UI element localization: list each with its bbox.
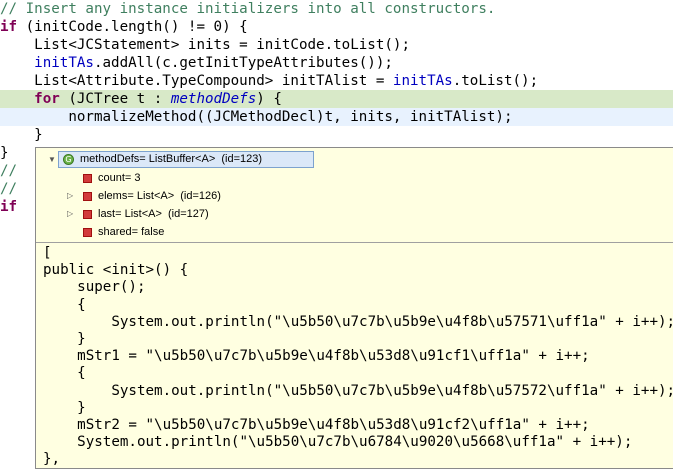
code-token: List<JCStatement> inits = initCode.toLis… (0, 37, 410, 53)
code-token: // (0, 163, 18, 179)
code-token: normalizeMethod((JCMethodDecl)t, inits, … (0, 109, 513, 125)
code-line[interactable]: for (JCTree t : methodDefs) { (0, 90, 673, 108)
tree-detail-separator (36, 242, 673, 243)
detail-line: System.out.println("\u5b50\u7c7b\u5b9e\u… (43, 382, 673, 399)
code-token: initTAs (0, 55, 94, 71)
expand-triangle-icon[interactable]: ▷ (67, 192, 75, 200)
field-icon (83, 228, 92, 237)
expand-triangle-icon[interactable]: ▷ (67, 210, 75, 218)
code-line[interactable]: if (initCode.length() != 0) { (0, 18, 673, 36)
child-variable-label[interactable]: shared= false (98, 223, 164, 241)
detail-line: } (43, 331, 86, 347)
collapse-triangle-icon[interactable]: ▼ (48, 156, 56, 164)
code-token: .addAll(c.getInitTypeAttributes()); (93, 55, 393, 71)
child-variable-label[interactable]: count= 3 (98, 169, 141, 187)
code-line[interactable]: List<JCStatement> inits = initCode.toLis… (0, 36, 673, 54)
detail-line: super(); (43, 279, 146, 296)
detail-line: }, (43, 451, 61, 468)
code-line[interactable]: normalizeMethod((JCMethodDecl)t, inits, … (0, 108, 673, 126)
child-variable-label[interactable]: last= List<A> (id=127) (98, 205, 209, 223)
code-line[interactable]: } (0, 126, 673, 144)
code-token: ) { (256, 91, 282, 107)
detail-line: mStr2 = "\u5b50\u7c7b\u5b9e\u4f8b\u53d8\… (43, 417, 590, 433)
detail-line: [ (43, 245, 52, 261)
debug-hover-inspector[interactable]: ▼ G methodDefs= ListBuffer<A> (id=123) c… (35, 147, 673, 469)
code-token: } (0, 127, 43, 143)
code-token: for (34, 91, 60, 107)
code-line[interactable]: List<Attribute.TypeCompound> initTAlist … (0, 72, 673, 90)
code-line[interactable]: // Insert any instance initializers into… (0, 0, 673, 18)
variable-tree[interactable]: ▼ G methodDefs= ListBuffer<A> (id=123) c… (36, 148, 673, 243)
detail-line: { (43, 365, 86, 382)
code-token: methodDefs (170, 91, 257, 107)
detail-line: mStr1 = "\u5b50\u7c7b\u5b9e\u4f8b\u53d8\… (43, 348, 590, 365)
detail-line: public <init>() { (43, 262, 189, 279)
code-token: if (0, 19, 18, 35)
field-icon (83, 192, 92, 201)
code-token: .toList(); (452, 73, 539, 89)
code-token: List<Attribute.TypeCompound> initTAlist … (0, 73, 393, 89)
detail-line: System.out.println("\u5b50\u7c7b\u5b9e\u… (43, 313, 673, 330)
field-icon (83, 210, 92, 219)
code-line[interactable]: initTAs.addAll(c.getInitTypeAttributes()… (0, 54, 673, 72)
code-token: initTAs (392, 73, 453, 89)
code-token: (JCTree t : (59, 91, 171, 107)
detail-line: { (43, 296, 86, 313)
field-icon (83, 174, 92, 183)
object-variable-icon: G (63, 154, 74, 165)
code-token: } (0, 145, 9, 161)
detail-line: System.out.println("\u5b50\u7c7b\u6784\u… (43, 434, 633, 451)
root-variable-label[interactable]: methodDefs= ListBuffer<A> (id=123) (80, 150, 262, 168)
code-token: (initCode.length() != 0) { (17, 19, 248, 35)
child-variable-label[interactable]: elems= List<A> (id=126) (98, 187, 221, 205)
code-token: if (0, 199, 18, 215)
detail-line: } (43, 399, 86, 416)
code-token: // (0, 181, 18, 197)
code-token: // Insert any instance initializers into… (0, 1, 496, 17)
